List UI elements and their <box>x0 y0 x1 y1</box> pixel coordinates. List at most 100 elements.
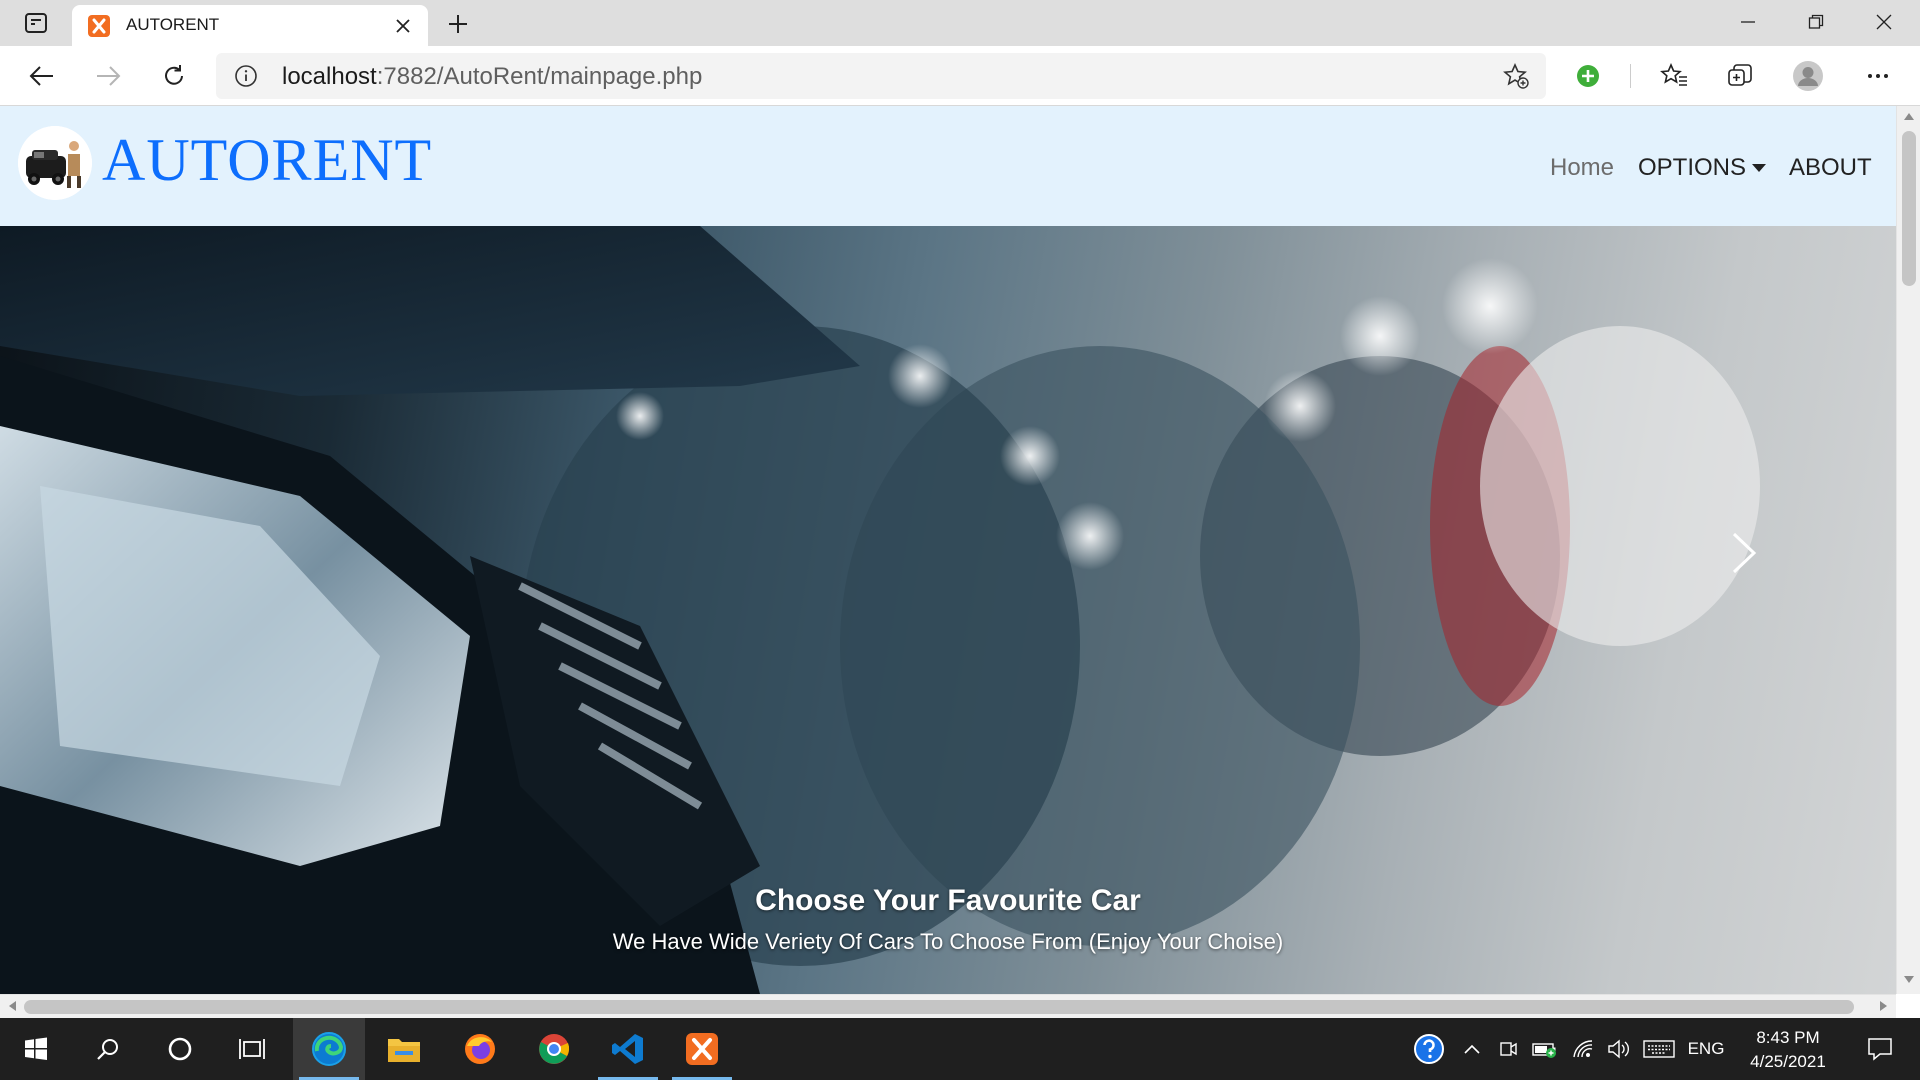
site-info-icon[interactable] <box>234 64 258 88</box>
forward-button[interactable] <box>86 55 130 97</box>
extension-button[interactable] <box>1566 55 1610 97</box>
extension-plus-icon <box>1577 65 1599 87</box>
brand-logo[interactable] <box>18 126 92 200</box>
profile-avatar-icon <box>1793 61 1823 91</box>
vertical-scroll-thumb[interactable] <box>1902 131 1916 286</box>
url-text[interactable]: localhost:7882/AutoRent/mainpage.php <box>282 63 702 91</box>
settings-menu-button[interactable] <box>1856 55 1900 97</box>
battery-charging-icon <box>1532 1043 1556 1058</box>
refresh-button[interactable] <box>152 55 196 97</box>
active-browser-tab[interactable]: AUTORENT <box>72 5 428 46</box>
language-indicator: ENG <box>1687 1039 1725 1058</box>
car-logo-icon <box>18 126 92 200</box>
taskbar-xampp[interactable] <box>666 1018 738 1080</box>
volume-tray-button[interactable] <box>1604 1018 1634 1080</box>
chrome-icon <box>539 1034 570 1064</box>
taskbar-file-explorer[interactable] <box>368 1018 440 1080</box>
nav-home-link[interactable]: Home <box>1550 154 1614 182</box>
cortana-button[interactable] <box>144 1018 216 1080</box>
network-tray-button[interactable] <box>1568 1018 1598 1080</box>
minimize-button[interactable] <box>1714 0 1782 44</box>
taskbar-vscode[interactable] <box>592 1018 664 1080</box>
minimize-icon <box>1741 21 1755 23</box>
carousel-caption-text: We Have Wide Veriety Of Cars To Choose F… <box>612 929 1284 954</box>
scroll-left-icon[interactable] <box>8 1001 16 1011</box>
nav-options-dropdown[interactable]: OPTIONS <box>1638 154 1746 182</box>
brand-title[interactable]: AUTORENT <box>102 126 432 195</box>
nav-about-link[interactable]: ABOUT <box>1789 154 1872 182</box>
taskbar-chrome[interactable] <box>518 1018 590 1080</box>
action-center-button[interactable] <box>1856 1018 1904 1080</box>
touch-keyboard-button[interactable] <box>1640 1018 1678 1080</box>
scroll-right-icon[interactable] <box>1880 1001 1888 1011</box>
url-path: :7882/AutoRent/mainpage.php <box>376 63 703 90</box>
toolbar-separator <box>1630 64 1631 88</box>
back-button[interactable] <box>20 55 64 97</box>
task-view-button[interactable] <box>216 1018 288 1080</box>
more-dots-icon <box>1868 74 1888 78</box>
help-question-icon <box>1414 1034 1444 1064</box>
collections-button[interactable] <box>1718 55 1762 97</box>
edge-browser-icon <box>312 1032 346 1066</box>
chevron-up-icon <box>1464 1044 1480 1054</box>
add-favorite-icon[interactable] <box>1502 62 1530 90</box>
browser-toolbar: localhost:7882/AutoRent/mainpage.php <box>0 46 1920 106</box>
browser-tab-strip: AUTORENT <box>0 0 1920 46</box>
close-tab-icon[interactable] <box>390 13 416 39</box>
horizontal-scrollbar[interactable] <box>0 994 1896 1018</box>
clock-time: 8:43 PM <box>1756 1028 1820 1047</box>
keyboard-icon <box>1643 1040 1675 1058</box>
hero-carousel: Choose Your Favourite Car We Have Wide V… <box>0 226 1896 994</box>
firefox-icon <box>465 1034 495 1064</box>
profile-button[interactable] <box>1786 55 1830 97</box>
notification-icon <box>1868 1038 1892 1061</box>
vertical-scrollbar[interactable] <box>1896 106 1920 994</box>
speaker-icon <box>1608 1039 1629 1059</box>
input-language-button[interactable]: ENG <box>1684 1018 1728 1080</box>
meeting-tray-button[interactable] <box>1494 1018 1522 1080</box>
carousel-next-button[interactable] <box>1730 531 1776 611</box>
refresh-icon <box>165 65 183 85</box>
show-hidden-icons-button[interactable] <box>1458 1018 1486 1080</box>
restore-icon <box>1808 14 1824 29</box>
favorites-star-icon <box>1660 63 1687 86</box>
task-view-icon <box>239 1039 265 1059</box>
page-viewport: AUTORENT Home OPTIONS ABOUT Choose Your … <box>0 106 1896 994</box>
taskbar-edge[interactable] <box>293 1018 365 1080</box>
search-icon <box>97 1039 118 1060</box>
search-button[interactable] <box>72 1018 144 1080</box>
scroll-down-icon[interactable] <box>1904 976 1914 984</box>
close-window-button[interactable] <box>1850 0 1918 44</box>
tab-actions-icon <box>25 13 47 33</box>
windows-taskbar: ENG 8:43 PM 4/25/2021 <box>0 1018 1920 1080</box>
battery-tray-button[interactable] <box>1530 1018 1560 1080</box>
windows-logo-icon <box>25 1037 47 1060</box>
horizontal-scroll-thumb[interactable] <box>24 1000 1854 1014</box>
chevron-right-icon <box>1732 532 1757 574</box>
tab-title: AUTORENT <box>126 15 220 34</box>
taskbar-clock[interactable]: 8:43 PM 4/25/2021 <box>1728 1026 1848 1074</box>
close-icon <box>1876 14 1892 30</box>
start-button[interactable] <box>0 1018 72 1080</box>
help-tray-button[interactable] <box>1410 1018 1448 1080</box>
collections-icon <box>1728 64 1752 86</box>
taskbar-firefox[interactable] <box>444 1018 516 1080</box>
carousel-caption-title: Choose Your Favourite Car <box>755 884 1141 917</box>
forward-arrow-icon <box>97 66 121 86</box>
xampp-favicon-icon <box>88 15 110 37</box>
tab-actions-button[interactable] <box>12 8 60 38</box>
address-bar[interactable]: localhost:7882/AutoRent/mainpage.php <box>216 53 1546 99</box>
wifi-icon <box>1573 1040 1593 1058</box>
device-icon <box>1500 1042 1517 1056</box>
caret-down-icon[interactable] <box>1752 164 1766 172</box>
vscode-icon <box>612 1034 643 1064</box>
clock-date: 4/25/2021 <box>1750 1052 1826 1071</box>
favorites-button[interactable] <box>1652 55 1696 97</box>
url-host: localhost <box>282 63 377 90</box>
folder-icon <box>388 1039 420 1062</box>
scroll-up-icon[interactable] <box>1904 112 1914 120</box>
new-tab-button[interactable] <box>440 8 476 40</box>
plus-icon <box>449 15 467 33</box>
restore-button[interactable] <box>1782 0 1850 44</box>
cortana-circle-icon <box>168 1037 192 1061</box>
